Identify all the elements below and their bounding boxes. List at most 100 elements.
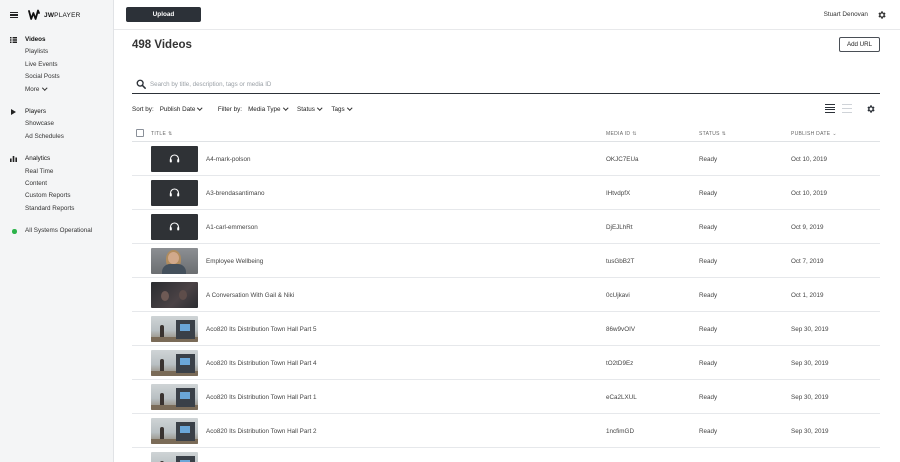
video-thumbnail[interactable] [151, 248, 198, 274]
sidebar-item-showcase[interactable]: Showcase [0, 118, 113, 130]
table-row[interactable]: A1-carl-emmerson DjEJLhRt Ready Oct 9, 2019 [132, 210, 880, 244]
status-value: Ready [699, 190, 718, 197]
list-view-icon[interactable] [825, 104, 835, 113]
filter-tags-dropdown[interactable]: Tags [331, 105, 352, 113]
upload-button[interactable]: Upload [126, 7, 201, 22]
sidebar-item-label: Real Time [25, 167, 54, 175]
filter-media-type-dropdown[interactable]: Media Type [248, 105, 288, 113]
table-row[interactable]: Employee Wellbeing tusGbB2T Ready Oct 7, 20… [132, 244, 880, 278]
publish-date: Oct 9, 2019 [791, 224, 824, 231]
table-row[interactable]: Aco820 Its Distribution Town Hall Part 2… [132, 414, 880, 448]
sidebar-item-label: Players [25, 107, 46, 115]
status-value: Ready [699, 258, 718, 265]
sidebar-item-analytics[interactable]: Analytics [0, 153, 113, 165]
logo-text: JWPLAYER [44, 11, 81, 19]
column-header-title[interactable]: TITLE ⇅ [151, 131, 173, 137]
status-dot-icon [12, 229, 17, 234]
sidebar-item-standard-reports[interactable]: Standard Reports [0, 203, 113, 215]
video-thumbnail[interactable] [151, 452, 198, 462]
table-header: TITLE ⇅ MEDIA ID ⇅ STATUS ⇅ PUBLISH DATE ⌄ [132, 126, 880, 142]
table-row[interactable]: A3-brendasantimano IHtvdpfX Ready Oct 10, 2… [132, 176, 880, 210]
video-title[interactable]: Aco820 Its Distribution Town Hall Part 4 [206, 360, 316, 367]
video-title[interactable]: Aco820 Its Distribution Town Hall Part 1 [206, 394, 316, 401]
status-value: Ready [699, 156, 718, 163]
sidebar-item-more[interactable]: More [0, 84, 113, 96]
table-row[interactable]: A4-mark-polson OKJC7EUa Ready Oct 10, 2019 [132, 142, 880, 176]
hamburger-menu-icon[interactable] [10, 11, 18, 19]
video-thumbnail[interactable] [151, 180, 198, 206]
video-title[interactable]: A4-mark-polson [206, 156, 250, 163]
sidebar-item-videos[interactable]: Videos [0, 34, 113, 46]
sort-dropdown[interactable]: Publish Date [160, 105, 203, 113]
sidebar-item-label: More [25, 85, 40, 93]
video-title[interactable]: Aco820 Its Distribution Town Hall Part 2 [206, 428, 316, 435]
video-thumbnail[interactable] [151, 384, 198, 410]
publish-date: Oct 7, 2019 [791, 258, 824, 265]
sidebar-item-label: Videos [25, 36, 46, 43]
sidebar-item-label: Standard Reports [25, 204, 75, 212]
chevron-down-icon [317, 105, 323, 111]
sidebar-item-label: Ad Schedules [25, 132, 64, 140]
sidebar-group-analytics: Analytics Real Time Content Custom Repor… [0, 153, 113, 215]
audio-headphones-icon [169, 222, 180, 231]
table-row[interactable]: Aco820 Its Distribution Town Hall Part 5… [132, 312, 880, 346]
grid-icon [10, 37, 17, 43]
table-settings-gear-icon[interactable] [866, 104, 876, 114]
publish-date: Oct 1, 2019 [791, 292, 824, 299]
video-title[interactable]: A Conversation With Gail & Niki [206, 292, 294, 299]
publish-date: Sep 30, 2019 [791, 326, 829, 333]
video-thumbnail[interactable] [151, 214, 198, 240]
media-id: IHtvdpfX [606, 190, 631, 197]
system-status[interactable]: All Systems Operational [0, 225, 113, 237]
video-title[interactable]: A3-brendasantimano [206, 190, 264, 197]
select-all-checkbox[interactable] [136, 129, 144, 137]
publish-date: Sep 30, 2019 [791, 394, 829, 401]
sidebar-group-videos: Videos Playlists Live Events Social Post… [0, 34, 113, 96]
video-thumbnail[interactable] [151, 350, 198, 376]
audio-headphones-icon [169, 188, 180, 197]
filter-status-dropdown[interactable]: Status [297, 105, 323, 113]
user-name[interactable]: Stuart Denovan [824, 11, 868, 18]
jwplayer-logo[interactable]: JWPLAYER [28, 9, 81, 21]
video-thumbnail[interactable] [151, 418, 198, 444]
sidebar-item-players[interactable]: Players [0, 106, 113, 118]
column-header-media-id[interactable]: MEDIA ID ⇅ [606, 131, 637, 137]
play-icon [11, 108, 16, 115]
publish-date: Sep 30, 2019 [791, 360, 829, 367]
sidebar-item-custom-reports[interactable]: Custom Reports [0, 190, 113, 202]
search-input[interactable] [150, 78, 850, 90]
sidebar-item-real-time[interactable]: Real Time [0, 166, 113, 178]
chevron-down-icon [346, 105, 352, 111]
sidebar-item-ad-schedules[interactable]: Ad Schedules [0, 131, 113, 143]
sidebar-item-live-events[interactable]: Live Events [0, 59, 113, 71]
sidebar-item-label: Live Events [25, 60, 58, 68]
sidebar-item-playlists[interactable]: Playlists [0, 46, 113, 58]
media-id: 1ncfimGD [606, 428, 634, 435]
filter-status-label: Status [297, 105, 315, 113]
sidebar: JWPLAYER Videos Playlists Live Events So… [0, 0, 114, 462]
video-thumbnail[interactable] [151, 282, 198, 308]
table-row[interactable]: Aco820 Its Distribution Town Hall Part 4… [132, 346, 880, 380]
sidebar-item-label: Analytics [25, 155, 51, 163]
chevron-down-icon [42, 84, 48, 90]
table-row[interactable] [132, 448, 880, 462]
table-row[interactable]: Aco820 Its Distribution Town Hall Part 1… [132, 380, 880, 414]
sidebar-item-content[interactable]: Content [0, 178, 113, 190]
sidebar-item-social-posts[interactable]: Social Posts [0, 71, 113, 83]
video-thumbnail[interactable] [151, 316, 198, 342]
account-settings-gear-icon[interactable] [877, 10, 887, 20]
video-title[interactable]: Employee Wellbeing [206, 258, 263, 265]
table-row[interactable]: A Conversation With Gail & Niki 0cUjkavi R… [132, 278, 880, 312]
bar-chart-icon [10, 156, 17, 163]
column-header-status[interactable]: STATUS ⇅ [699, 131, 726, 137]
add-url-button[interactable]: Add URL [839, 37, 880, 52]
chevron-down-icon [197, 105, 203, 111]
video-title[interactable]: Aco820 Its Distribution Town Hall Part 5 [206, 326, 316, 333]
column-header-publish-date[interactable]: PUBLISH DATE ⌄ [791, 131, 837, 137]
video-title[interactable]: A1-carl-emmerson [206, 224, 258, 231]
sidebar-item-label: Social Posts [25, 73, 60, 81]
compact-view-icon[interactable] [842, 104, 852, 113]
system-status-label: All Systems Operational [25, 227, 93, 235]
app-root: JWPLAYER Videos Playlists Live Events So… [0, 0, 900, 462]
video-thumbnail[interactable] [151, 146, 198, 172]
